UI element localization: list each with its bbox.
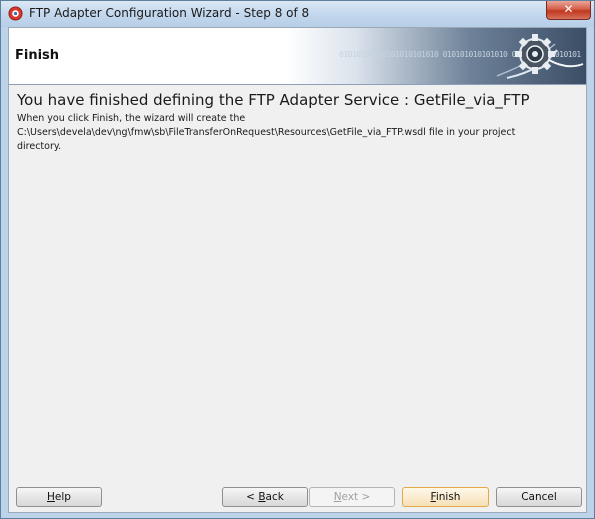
description-line: C:\Users\devela\dev\ng\fmw\sb\FileTransf… — [17, 127, 516, 138]
next-button[interactable]: Next > — [309, 487, 395, 507]
description-line: directory. — [17, 141, 62, 152]
wizard-window: FTP Adapter Configuration Wizard - Step … — [0, 0, 595, 519]
app-icon — [8, 6, 23, 21]
back-button[interactable]: < Back — [222, 487, 308, 507]
help-button[interactable]: Help — [16, 487, 102, 507]
header-banner: Finish 01010101010101010101010 010101010… — [9, 28, 586, 84]
close-button[interactable]: ✕ — [546, 1, 591, 20]
title-bar[interactable]: FTP Adapter Configuration Wizard - Step … — [1, 1, 594, 27]
close-icon: ✕ — [563, 2, 574, 16]
banner-divider — [9, 84, 586, 85]
finish-description: When you click Finish, the wizard will c… — [17, 112, 577, 154]
wizard-client-area: Finish 01010101010101010101010 010101010… — [8, 27, 587, 513]
cancel-button[interactable]: Cancel — [496, 487, 582, 507]
window-title: FTP Adapter Configuration Wizard - Step … — [29, 6, 310, 20]
finish-button[interactable]: Finish — [402, 487, 489, 507]
finish-heading: You have finished defining the FTP Adapt… — [17, 91, 530, 109]
gear-icon — [496, 34, 584, 79]
step-title: Finish — [15, 48, 60, 63]
description-line: When you click Finish, the wizard will c… — [17, 113, 246, 124]
